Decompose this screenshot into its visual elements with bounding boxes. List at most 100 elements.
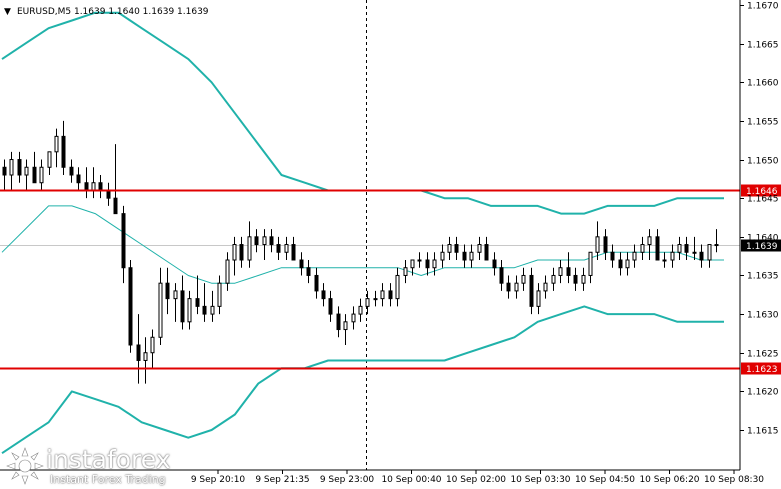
candle <box>514 275 519 299</box>
candle-body <box>39 166 44 184</box>
candle-body <box>699 251 704 261</box>
candle <box>173 283 178 322</box>
candle-body <box>492 259 497 269</box>
candle <box>595 221 600 260</box>
candle-body <box>291 244 296 261</box>
candle <box>529 267 534 315</box>
price-chart[interactable]: 1.16461.16231.1639 1.16701.16651.16601.1… <box>0 0 781 489</box>
candle <box>506 275 511 299</box>
time-axis: 9 Sep 20:10 9 Sep 21:35 9 Sep 23:00 10 Sep … <box>191 470 764 485</box>
candle-body <box>2 166 7 176</box>
candle-body <box>165 282 170 300</box>
candle-body <box>343 321 348 331</box>
candle <box>610 244 615 268</box>
candle <box>432 252 437 276</box>
candle <box>477 236 482 260</box>
time-tick-label: 10 Sep 08:30 <box>704 475 764 485</box>
candle-body <box>647 236 652 246</box>
grid-layer <box>0 0 740 470</box>
candle-body <box>625 259 630 269</box>
candle-body <box>262 236 267 246</box>
candle-body <box>670 251 675 261</box>
time-tick-label: 10 Sep 00:40 <box>381 475 441 485</box>
candle-body <box>440 251 445 261</box>
bollinger-lower <box>1 305 724 455</box>
candle-body <box>69 166 74 176</box>
candle <box>373 290 378 307</box>
candle <box>603 229 608 260</box>
candle-body <box>373 298 378 301</box>
time-tick-label: 10 Sep 02:00 <box>446 475 506 485</box>
candle <box>380 283 385 307</box>
candle-body <box>202 305 207 315</box>
candle-body <box>150 336 155 354</box>
candle <box>254 229 259 253</box>
candle <box>187 290 192 330</box>
candle-body <box>210 305 215 315</box>
candle-body <box>91 182 96 191</box>
candle <box>417 252 422 268</box>
price-tick-label: 1.1620 <box>747 388 779 398</box>
candle-body <box>595 236 600 253</box>
candle <box>47 151 52 175</box>
candle <box>684 236 689 260</box>
candle-body <box>321 290 326 300</box>
price-tick-label: 1.1640 <box>747 234 779 244</box>
candle <box>707 244 712 268</box>
candle <box>632 244 637 268</box>
candle <box>403 260 408 284</box>
candle-body <box>328 298 333 315</box>
candle <box>618 252 623 276</box>
candle <box>588 251 593 284</box>
candle <box>454 236 459 260</box>
candle <box>358 298 363 322</box>
candle <box>655 229 660 261</box>
candle <box>24 159 29 191</box>
candle <box>558 260 563 284</box>
bollinger-upper <box>1 11 724 215</box>
candle <box>670 244 675 268</box>
candle <box>388 283 393 307</box>
candle-body <box>447 244 452 253</box>
candle-body <box>195 298 200 307</box>
candle <box>106 182 111 206</box>
candle-body <box>254 236 259 246</box>
candle-body <box>588 251 593 276</box>
candle-body <box>707 244 712 261</box>
price-tick-label: 1.1645 <box>747 195 779 205</box>
candle <box>165 267 170 315</box>
candle <box>499 260 504 291</box>
candle <box>284 236 289 260</box>
candle <box>543 275 548 299</box>
candle-body <box>336 313 341 331</box>
candle-body <box>529 274 534 307</box>
candle <box>714 229 719 253</box>
price-tick-label: 1.1615 <box>747 427 779 437</box>
candle <box>202 283 207 322</box>
time-tick-label: 10 Sep 03:30 <box>510 475 570 485</box>
candle-body <box>692 251 697 254</box>
time-tick-label: 10 Sep 04:50 <box>575 475 635 485</box>
candle <box>351 306 356 330</box>
candle-body <box>299 259 304 269</box>
chart-menu-arrow-icon[interactable]: ▼ <box>4 7 11 17</box>
candle-body <box>247 236 252 261</box>
candle <box>551 267 556 291</box>
candle <box>225 252 230 291</box>
candle-body <box>84 182 89 191</box>
candle-body <box>98 182 103 191</box>
candle <box>662 252 667 268</box>
candle <box>395 267 400 307</box>
candle-body <box>714 244 719 247</box>
candle <box>536 283 541 315</box>
candle <box>262 229 267 260</box>
candle-body <box>432 259 437 269</box>
candle <box>143 337 148 384</box>
candle-body <box>581 274 586 284</box>
candle-body <box>351 313 356 323</box>
candle <box>314 267 319 299</box>
price-tick-label: 1.1625 <box>747 350 779 360</box>
candle-body <box>425 259 430 269</box>
candle-body <box>173 290 178 300</box>
chart-header: ▼ EURUSD,M5 1.1639 1.1640 1.1639 1.1639 <box>4 7 209 17</box>
